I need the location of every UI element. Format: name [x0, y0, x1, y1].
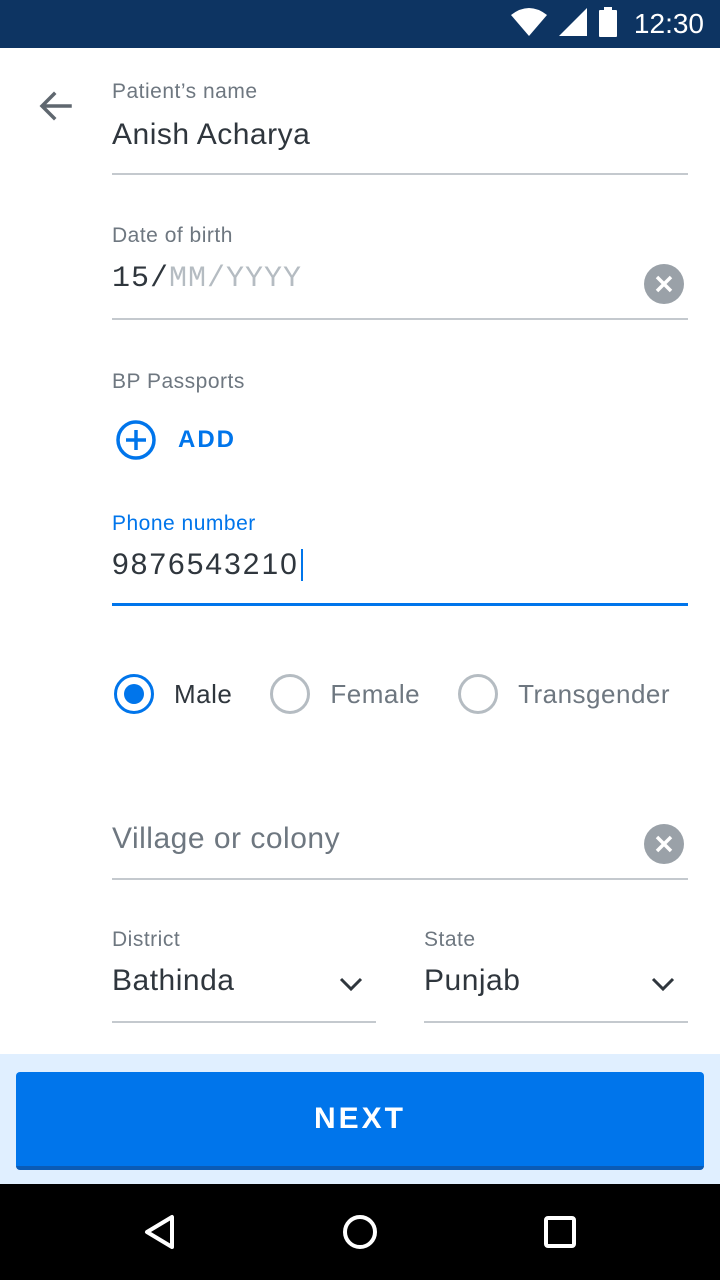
triangle-back-icon: [145, 1215, 174, 1249]
nav-back-button[interactable]: [136, 1208, 184, 1256]
add-bp-passport-button[interactable]: ADD: [114, 418, 236, 462]
dob-label: Date of birth: [112, 224, 233, 247]
system-nav-bar: [0, 1184, 720, 1280]
nav-home-button[interactable]: [336, 1208, 384, 1256]
circle-home-icon: [343, 1215, 377, 1249]
radio-female[interactable]: [270, 674, 311, 714]
back-button[interactable]: [36, 86, 76, 126]
close-icon: [655, 275, 673, 293]
add-circle-icon: [116, 420, 156, 460]
patient-name-label: Patient’s name: [112, 80, 258, 103]
patient-name-field[interactable]: Patient’s name Anish Acharya: [112, 80, 688, 176]
dob-entered[interactable]: 15/: [112, 262, 169, 296]
state-select[interactable]: Punjab: [424, 964, 688, 998]
status-bar: 12:30: [0, 0, 720, 48]
dob-placeholder[interactable]: MM/YYYY: [169, 262, 302, 296]
gender-label-male: Male: [174, 678, 233, 709]
text-cursor: [300, 549, 303, 581]
district-select[interactable]: Bathinda: [112, 964, 376, 998]
bp-passports-section: BP Passports: [112, 370, 688, 400]
gender-option-female[interactable]: Female: [270, 674, 420, 714]
gender-label-female: Female: [330, 678, 421, 709]
wifi-icon: [510, 7, 548, 42]
nav-recents-button[interactable]: [536, 1208, 584, 1256]
patient-name-input[interactable]: Anish Acharya: [112, 118, 688, 152]
back-arrow-icon: [39, 91, 72, 121]
gender-option-transgender[interactable]: Transgender: [458, 674, 670, 714]
chevron-down-icon[interactable]: [338, 976, 364, 997]
next-button[interactable]: NEXT: [16, 1072, 704, 1170]
status-icons: 12:30: [510, 0, 704, 48]
gender-option-male[interactable]: Male: [114, 674, 232, 714]
dob-clear-button[interactable]: [644, 264, 684, 304]
district-field[interactable]: District Bathinda: [112, 928, 376, 1024]
status-time: 12:30: [633, 8, 704, 39]
battery-icon: [598, 6, 618, 42]
bp-passports-label: BP Passports: [112, 370, 245, 393]
next-button-label: NEXT: [313, 1102, 406, 1135]
radio-male[interactable]: [114, 674, 154, 714]
phone-number-field[interactable]: Phone number 9876543210: [112, 512, 688, 608]
chevron-down-icon[interactable]: [650, 976, 676, 997]
radio-transgender[interactable]: [458, 674, 499, 714]
dob-field[interactable]: Date of birth 15/MM/YYYY: [112, 224, 688, 320]
signal-icon: [558, 7, 588, 42]
district-label: District: [112, 928, 181, 951]
gender-label-transgender: Transgender: [518, 678, 671, 709]
village-clear-button[interactable]: [644, 824, 684, 864]
state-field[interactable]: State Punjab: [424, 928, 688, 1024]
village-input[interactable]: Village or colony: [112, 822, 688, 856]
phone-number-label: Phone number: [112, 512, 256, 535]
close-icon: [655, 835, 673, 853]
add-label: ADD: [178, 426, 236, 453]
phone-number-input[interactable]: 9876543210: [112, 548, 299, 582]
state-label: State: [424, 928, 476, 951]
square-recents-icon: [544, 1216, 576, 1248]
gender-radio-group: Male Female Transgender: [114, 674, 670, 714]
village-field[interactable]: Village or colony: [112, 822, 688, 882]
